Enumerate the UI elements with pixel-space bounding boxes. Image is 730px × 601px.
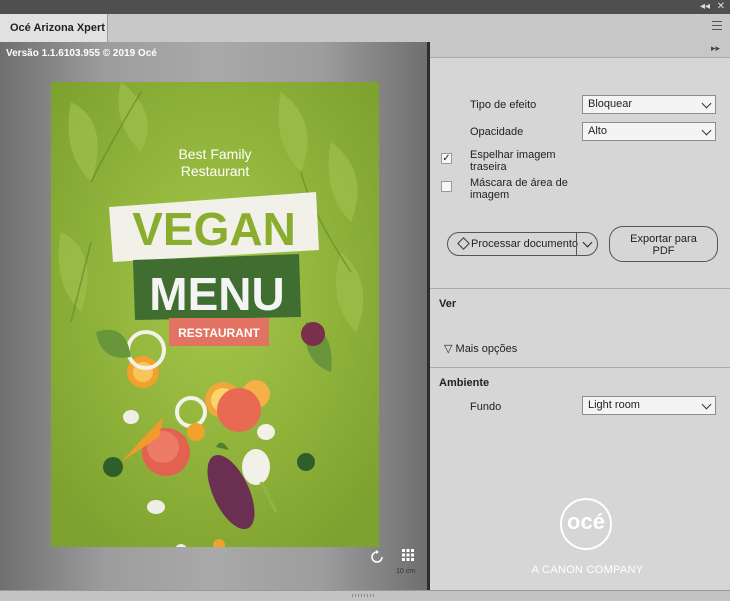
preview-panel: Versão 1.1.6103.955 © 2019 Océ Best Fami… bbox=[0, 42, 427, 590]
background-select[interactable]: Light room bbox=[582, 396, 716, 415]
close-icon[interactable]: ✕ bbox=[717, 1, 725, 13]
mask-label: Máscara de área de imagem bbox=[470, 177, 568, 201]
tab-bar: Océ Arizona Xpert bbox=[0, 14, 730, 43]
chevron-down-icon bbox=[701, 125, 712, 136]
mirror-label-line2: traseira bbox=[470, 161, 507, 173]
effect-type-label: Tipo de efeito bbox=[470, 99, 537, 111]
effect-type-select[interactable]: Bloquear bbox=[582, 95, 716, 114]
mask-checkbox[interactable] bbox=[441, 181, 452, 192]
more-options-toggle[interactable]: ▽ Mais opções bbox=[444, 342, 517, 355]
mirror-label: Espelhar imagem traseira bbox=[470, 149, 556, 173]
grid-icon[interactable] bbox=[402, 549, 414, 561]
view-section-title: Ver bbox=[439, 298, 457, 310]
mask-label-line2: imagem bbox=[470, 189, 510, 201]
opacity-value: Alto bbox=[588, 125, 607, 137]
background-value: Light room bbox=[588, 399, 640, 411]
bottom-status-bar bbox=[0, 590, 730, 601]
poster-line2: Restaurant bbox=[181, 163, 250, 179]
cube-icon bbox=[457, 237, 470, 250]
oce-logo: océ bbox=[560, 498, 612, 550]
oce-logo-text: océ bbox=[567, 509, 605, 534]
mirror-checkbox[interactable]: ✓ bbox=[441, 153, 452, 164]
background-label: Fundo bbox=[470, 401, 502, 413]
mirror-label-line1: Espelhar imagem bbox=[470, 149, 556, 161]
opacity-label: Opacidade bbox=[470, 126, 524, 138]
section-divider bbox=[430, 367, 730, 368]
mask-label-line1: Máscara de área de bbox=[470, 177, 568, 189]
chevron-down-icon bbox=[701, 399, 712, 410]
poster-badge: RESTAURANT bbox=[178, 326, 260, 340]
expand-panel-icon[interactable]: ▸▸ bbox=[711, 43, 720, 54]
tab-oce-arizona-xpert[interactable]: Océ Arizona Xpert bbox=[0, 14, 108, 42]
collapse-panels-icon[interactable]: ◂◂ bbox=[700, 1, 710, 13]
chevron-down-icon bbox=[701, 98, 712, 109]
more-options-label: Mais opções bbox=[455, 343, 518, 355]
export-pdf-label-line2: PDF bbox=[652, 245, 675, 257]
opacity-select[interactable]: Alto bbox=[582, 122, 716, 141]
poster-preview: Best Family Restaurant VEGAN MENU RESTAU… bbox=[51, 82, 379, 547]
section-divider bbox=[430, 288, 730, 289]
panel-menu-icon[interactable] bbox=[712, 21, 722, 31]
poster-word2: MENU bbox=[149, 268, 284, 320]
scale-label: 10 cm bbox=[396, 568, 416, 575]
poster-word1: VEGAN bbox=[132, 203, 296, 255]
canon-tagline: A CANON COMPANY bbox=[531, 564, 644, 576]
effect-type-value: Bloquear bbox=[588, 98, 633, 110]
export-pdf-button[interactable]: Exportar para PDF bbox=[609, 226, 718, 262]
window-title-strip: ◂◂ ✕ bbox=[0, 0, 730, 14]
chevron-down-icon[interactable] bbox=[582, 237, 593, 248]
rotate-icon[interactable] bbox=[370, 550, 384, 564]
process-document-label: Processar documento bbox=[471, 238, 578, 250]
process-document-button[interactable]: Processar documento bbox=[447, 232, 598, 256]
poster-line1: Best Family bbox=[178, 146, 251, 162]
ambient-section-title: Ambiente bbox=[439, 377, 490, 389]
export-pdf-label-line1: Exportar para bbox=[630, 233, 697, 245]
settings-panel-header: ▸▸ bbox=[430, 42, 730, 58]
resize-grip[interactable] bbox=[352, 594, 376, 597]
triangle-down-icon: ▽ bbox=[444, 343, 453, 355]
version-label: Versão 1.1.6103.955 © 2019 Océ bbox=[6, 48, 157, 59]
settings-panel: ▸▸ Tipo de efeito Bloquear Opacidade Alt… bbox=[430, 42, 730, 590]
